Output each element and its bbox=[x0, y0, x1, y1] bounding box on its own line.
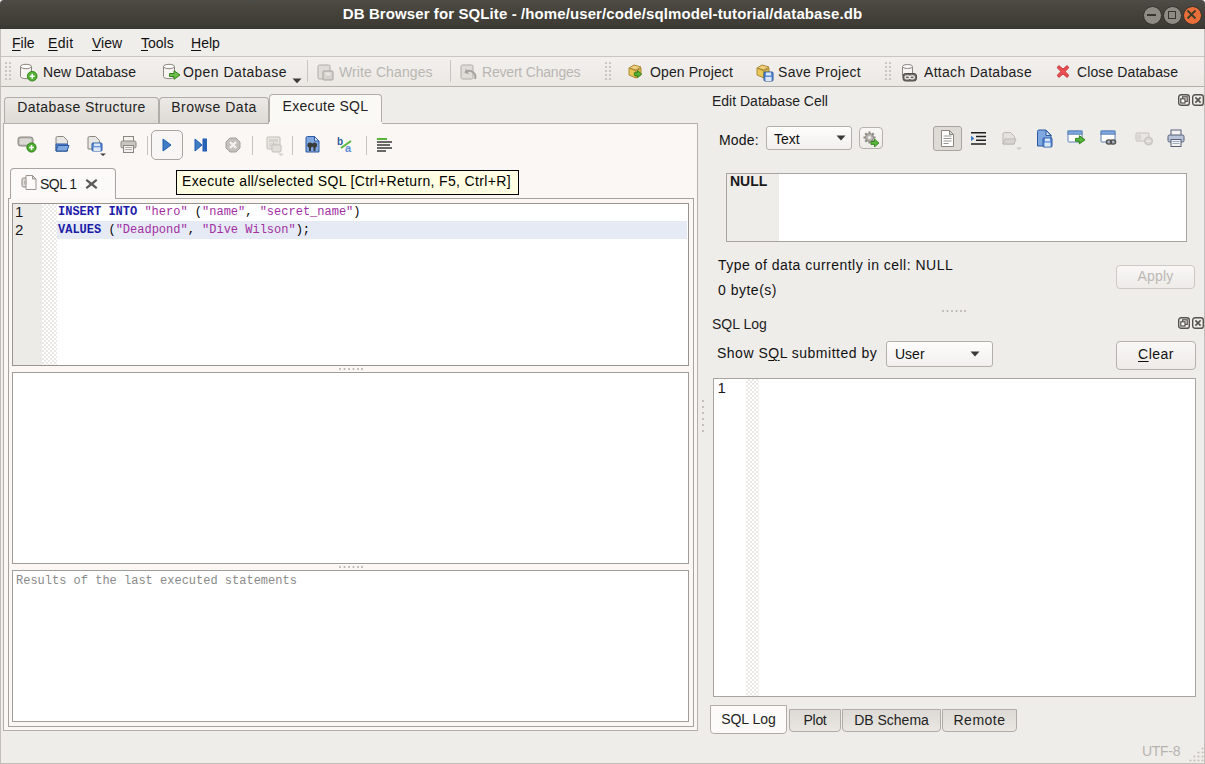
svg-text:b: b bbox=[337, 136, 343, 147]
